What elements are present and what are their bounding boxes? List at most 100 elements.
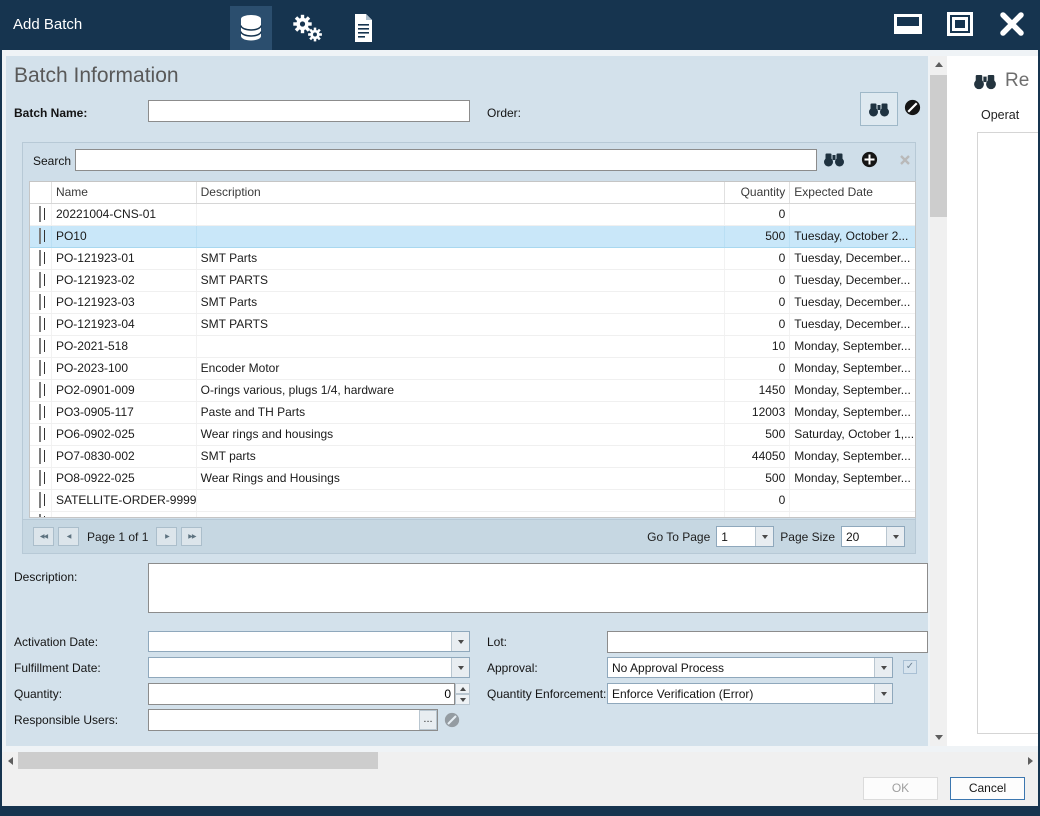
expand-icon[interactable] <box>39 250 41 266</box>
cell-expected-date <box>790 490 915 511</box>
cell-name: SATELLITE-ORDER-9999 <box>52 490 197 511</box>
table-row[interactable]: PO2-0901-009 O-rings various, plugs 1/4,… <box>30 380 915 402</box>
ok-button[interactable]: OK <box>863 777 938 800</box>
cell-expected-date: Tuesday, December... <box>790 270 915 291</box>
expand-icon[interactable] <box>39 272 41 288</box>
search-input[interactable] <box>75 149 817 171</box>
spin-down-button[interactable] <box>455 694 470 705</box>
expand-icon[interactable] <box>39 382 41 398</box>
quantity-enforcement-select[interactable]: Enforce Verification (Error) <box>607 683 893 704</box>
first-page-button[interactable] <box>33 527 54 546</box>
expand-icon[interactable] <box>39 316 41 332</box>
expand-icon[interactable] <box>39 426 41 442</box>
expand-cell <box>30 424 52 445</box>
document-toolbar-button[interactable] <box>342 6 384 50</box>
scroll-right-button[interactable] <box>1022 752 1038 769</box>
description-textarea[interactable] <box>148 563 928 613</box>
order-clear-button[interactable] <box>904 99 921 116</box>
expand-icon[interactable] <box>39 448 41 464</box>
expand-icon[interactable] <box>39 360 41 376</box>
column-header-quantity[interactable]: Quantity <box>725 182 790 203</box>
table-row[interactable]: PO-121923-01 SMT Parts 0 Tuesday, Decemb… <box>30 248 915 270</box>
fulfillment-date-select[interactable] <box>148 657 470 678</box>
close-button[interactable] <box>990 4 1034 44</box>
table-row[interactable]: PO6-0902-025 Wear rings and housings 500… <box>30 424 915 446</box>
cell-quantity: 20000 <box>725 512 790 518</box>
horizontal-scroll-thumb[interactable] <box>18 752 378 769</box>
table-row[interactable]: PO-121923-03 SMT Parts 0 Tuesday, Decemb… <box>30 292 915 314</box>
approval-check-icon[interactable] <box>903 660 917 674</box>
remove-order-button[interactable] <box>899 154 911 166</box>
cell-quantity: 0 <box>725 490 790 511</box>
expand-icon[interactable] <box>39 228 41 244</box>
browse-users-button[interactable]: ... <box>419 710 437 730</box>
spin-up-button[interactable] <box>455 683 470 694</box>
right-panel: Re Operat <box>947 56 1038 746</box>
lot-input[interactable] <box>607 631 928 653</box>
page-size-select[interactable]: 20 <box>841 526 905 547</box>
batches-toolbar-button[interactable] <box>230 6 272 50</box>
approval-select[interactable]: No Approval Process <box>607 657 893 678</box>
table-row[interactable]: PO3-0905-117 Paste and TH Parts 12003 Mo… <box>30 402 915 424</box>
expand-icon[interactable] <box>39 206 41 222</box>
expand-icon[interactable] <box>39 470 41 486</box>
table-row[interactable]: 20221004-CNS-01 0 <box>30 204 915 226</box>
table-row[interactable]: WO-180905-03 20000 Monday, September... <box>30 512 915 518</box>
scroll-left-button[interactable] <box>2 752 18 769</box>
table-row[interactable]: PO7-0830-002 SMT parts 44050 Monday, Sep… <box>30 446 915 468</box>
table-row[interactable]: PO-2023-100 Encoder Motor 0 Monday, Sept… <box>30 358 915 380</box>
minimize-button[interactable] <box>886 4 930 44</box>
expand-icon[interactable] <box>39 514 41 518</box>
quantity-input[interactable] <box>148 683 455 705</box>
column-header-description[interactable]: Description <box>197 182 726 203</box>
cell-name: PO-121923-04 <box>52 314 197 335</box>
order-label: Order: <box>487 106 521 120</box>
table-row[interactable]: SATELLITE-ORDER-9999 0 <box>30 490 915 512</box>
cell-expected-date: Tuesday, October 2... <box>790 226 915 247</box>
previous-page-button[interactable] <box>58 527 79 546</box>
cell-description <box>197 512 726 518</box>
order-search-button[interactable] <box>860 92 898 126</box>
cell-expected-date: Tuesday, December... <box>790 314 915 335</box>
table-row[interactable]: PO10 500 Tuesday, October 2... <box>30 226 915 248</box>
table-row[interactable]: PO8-0922-025 Wear Rings and Housings 500… <box>30 468 915 490</box>
page-indicator: Page 1 of 1 <box>87 530 148 544</box>
cell-expected-date: Tuesday, December... <box>790 292 915 313</box>
responsible-users-input[interactable] <box>148 709 438 731</box>
goto-page-select[interactable]: 1 <box>716 526 774 547</box>
expand-icon[interactable] <box>39 492 41 508</box>
cell-quantity: 0 <box>725 358 790 379</box>
cell-quantity: 0 <box>725 204 790 225</box>
expand-icon[interactable] <box>39 404 41 420</box>
scroll-up-button[interactable] <box>930 56 947 73</box>
cell-expected-date: Monday, September... <box>790 512 915 518</box>
add-batch-window: Add Batch <box>0 0 1040 816</box>
expand-icon[interactable] <box>39 294 41 310</box>
table-row[interactable]: PO-121923-02 SMT PARTS 0 Tuesday, Decemb… <box>30 270 915 292</box>
last-page-button[interactable] <box>181 527 202 546</box>
expand-cell <box>30 402 52 423</box>
chevron-down-icon <box>451 658 469 677</box>
table-row[interactable]: PO-121923-04 SMT PARTS 0 Tuesday, Decemb… <box>30 314 915 336</box>
database-icon <box>237 13 265 43</box>
maximize-button[interactable] <box>938 4 982 44</box>
vertical-scroll-thumb[interactable] <box>930 75 947 217</box>
search-button[interactable] <box>823 152 845 167</box>
batch-name-input[interactable] <box>148 100 470 122</box>
add-order-button[interactable] <box>861 151 878 168</box>
table-row[interactable]: PO-2021-518 10 Monday, September... <box>30 336 915 358</box>
column-header-name[interactable]: Name <box>52 182 197 203</box>
cell-name: PO7-0830-002 <box>52 446 197 467</box>
cell-description: Paste and TH Parts <box>197 402 726 423</box>
vertical-scrollbar[interactable] <box>930 56 947 746</box>
next-page-button[interactable] <box>156 527 177 546</box>
horizontal-scrollbar[interactable] <box>2 752 1038 769</box>
settings-toolbar-button[interactable] <box>286 6 328 50</box>
scroll-down-button[interactable] <box>930 729 947 746</box>
expand-icon[interactable] <box>39 338 41 354</box>
users-clear-button[interactable] <box>444 712 460 728</box>
cancel-button[interactable]: Cancel <box>950 777 1025 800</box>
activation-date-select[interactable] <box>148 631 470 652</box>
cell-expected-date: Monday, September... <box>790 402 915 423</box>
column-header-expected-date[interactable]: Expected Date <box>790 182 915 203</box>
